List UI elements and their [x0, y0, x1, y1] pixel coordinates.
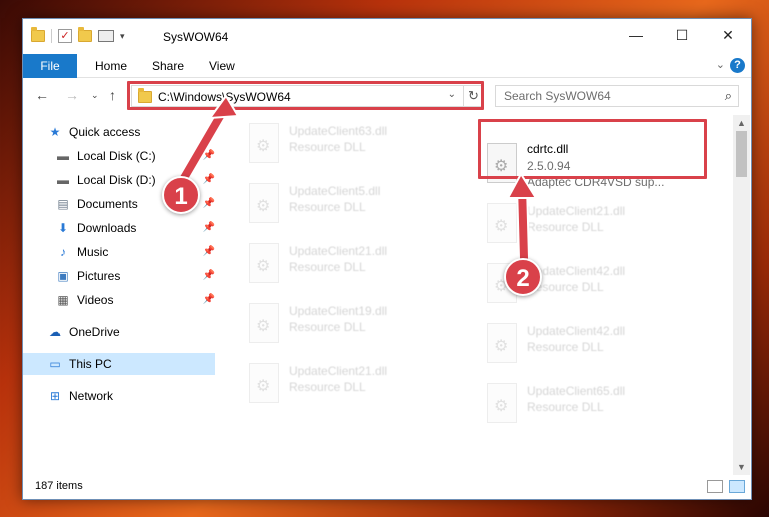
step-2-badge: 2	[504, 258, 542, 296]
callout-arrows	[178, 94, 538, 264]
arrow-2-head	[506, 172, 538, 199]
step-1-badge: 1	[162, 176, 200, 214]
arrow-1-head	[207, 94, 240, 120]
